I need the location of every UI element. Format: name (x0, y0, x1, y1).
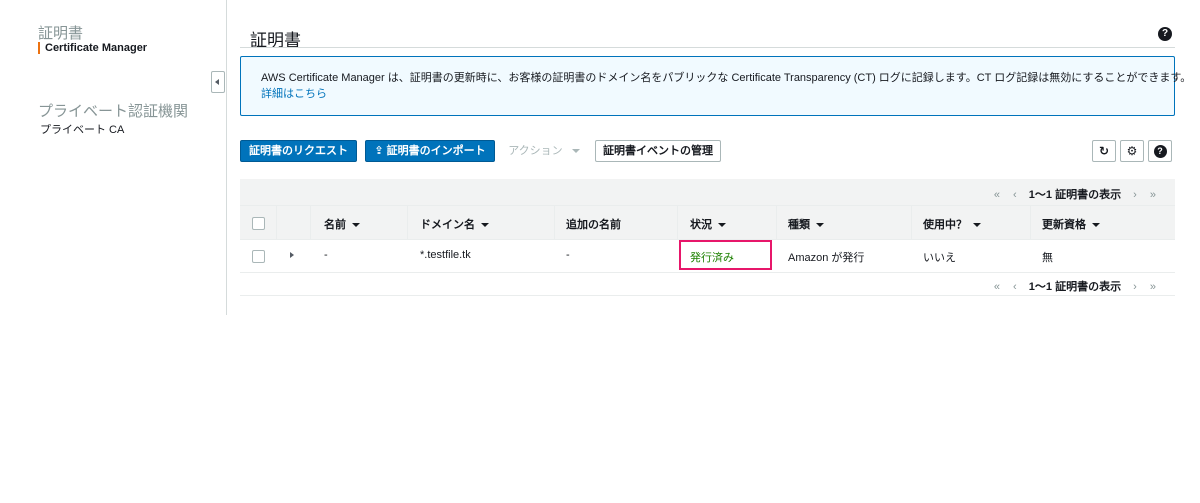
sort-icon (718, 223, 726, 228)
column-domain-label: ドメイン名 (420, 219, 475, 231)
manage-events-button[interactable]: 証明書イベントの管理 (595, 140, 721, 162)
sort-icon (973, 223, 981, 228)
help-circle-icon: ? (1153, 145, 1167, 158)
column-divider (677, 206, 678, 239)
last-page-icon[interactable]: » (1145, 189, 1161, 201)
column-divider (310, 206, 311, 239)
last-page-icon[interactable]: » (1145, 281, 1161, 293)
next-page-icon[interactable]: › (1128, 281, 1142, 293)
sidebar-item-private-ca[interactable]: プライベート CA (40, 121, 124, 137)
table-header: 名前 ドメイン名 追加の名前 状況 種類 使用中？ 更新資格 (240, 206, 1175, 240)
column-additional-names: 追加の名前 (566, 219, 621, 231)
sidebar-group-private-ca: プライベート認証機関 (38, 103, 189, 120)
sort-icon (1092, 223, 1100, 228)
first-page-icon[interactable]: « (989, 189, 1005, 201)
column-divider (554, 206, 555, 239)
row-checkbox[interactable] (252, 250, 265, 263)
column-divider (776, 206, 777, 239)
column-renewal[interactable]: 更新資格 (1042, 216, 1100, 232)
column-divider (911, 206, 912, 239)
column-status[interactable]: 状況 (690, 216, 726, 232)
column-name-label: 名前 (324, 219, 346, 231)
page-count: 1〜1 証明書の表示 (1028, 189, 1122, 201)
request-certificate-button[interactable]: 証明書のリクエスト (240, 140, 357, 162)
cell-additional-names: - (566, 249, 570, 261)
column-type[interactable]: 種類 (788, 216, 824, 232)
column-in-use-label: 使用中？ (923, 219, 967, 231)
pagination-top: « ‹ 1〜1 証明書の表示 › » (989, 186, 1161, 202)
refresh-icon[interactable]: ↻ (1092, 140, 1116, 162)
title-divider (240, 47, 1175, 48)
sidebar-group-certificates: 証明書 (38, 25, 84, 42)
cell-in-use: いいえ (923, 252, 956, 264)
help-icon[interactable]: ? (1158, 27, 1172, 41)
cell-renewal: 無 (1042, 252, 1053, 264)
prev-page-icon[interactable]: ‹ (1008, 281, 1022, 293)
sort-icon (816, 223, 824, 228)
select-all-checkbox[interactable] (252, 217, 265, 230)
import-certificate-button[interactable]: ⇪ 証明書のインポート (365, 140, 495, 162)
info-text: AWS Certificate Manager は、証明書の更新時に、お客様の証… (261, 72, 1192, 84)
column-in-use[interactable]: 使用中？ (923, 216, 981, 232)
column-type-label: 種類 (788, 219, 810, 231)
column-divider (1030, 206, 1031, 239)
table-help-icon[interactable]: ? (1148, 140, 1172, 162)
learn-more-link[interactable]: 詳細はこちら (261, 85, 327, 101)
prev-page-icon[interactable]: ‹ (1008, 189, 1022, 201)
sidebar-item-certificate-manager[interactable]: Certificate Manager (38, 42, 147, 54)
upload-icon: ⇪ (374, 145, 384, 157)
cell-type: Amazon が発行 (788, 252, 865, 264)
cell-name: - (324, 249, 328, 261)
column-renewal-label: 更新資格 (1042, 219, 1086, 231)
collapse-sidebar-button[interactable] (211, 71, 225, 93)
column-name[interactable]: 名前 (324, 216, 360, 232)
status-highlight-box (679, 240, 772, 270)
settings-icon[interactable]: ⚙ (1120, 140, 1144, 162)
chevron-down-icon (571, 149, 580, 154)
pagination-bottom: « ‹ 1〜1 証明書の表示 › » (989, 278, 1161, 294)
actions-label: アクション (508, 145, 563, 157)
sort-icon (352, 223, 360, 228)
import-certificate-label: 証明書のインポート (386, 145, 486, 157)
column-divider (407, 206, 408, 239)
column-divider (276, 206, 277, 239)
cell-domain: *.testfile.tk (420, 249, 471, 261)
info-banner: AWS Certificate Manager は、証明書の更新時に、お客様の証… (240, 56, 1191, 116)
pager-bar: « ‹ 1〜1 証明書の表示 › » (240, 179, 1175, 206)
sidebar: 証明書 Certificate Manager プライベート認証機関 プライベー… (0, 0, 227, 315)
next-page-icon[interactable]: › (1128, 189, 1142, 201)
table-bottom-border (240, 295, 1175, 296)
expand-row-icon[interactable] (290, 252, 294, 258)
sort-icon (481, 223, 489, 228)
actions-dropdown[interactable]: アクション (504, 140, 584, 162)
first-page-icon[interactable]: « (989, 281, 1005, 293)
column-status-label: 状況 (690, 219, 712, 231)
page-count: 1〜1 証明書の表示 (1028, 281, 1122, 293)
column-domain[interactable]: ドメイン名 (420, 216, 489, 232)
